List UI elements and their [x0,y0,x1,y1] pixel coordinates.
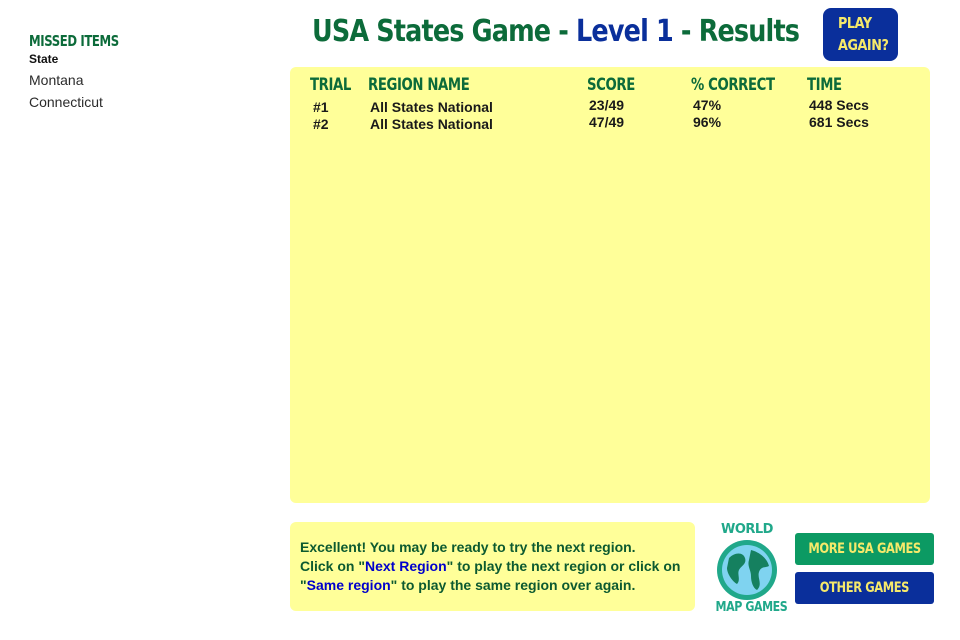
missed-items-column-header: State [29,52,59,66]
play-again-label-line2: Again? [838,36,889,54]
play-again-label-line1: Play [838,14,872,32]
row1-percent: 47% [693,97,722,113]
more-usa-games-label: More USA Games [808,541,921,557]
missed-items-panel: Missed Items State Montana Connecticut [29,32,269,110]
row2-score: 47/49 [589,114,625,130]
row1-region: All States National [370,99,493,115]
results-page: Missed Items State Montana Connecticut U… [0,0,960,640]
col-header-region: Region Name [368,75,470,95]
title-game-name: USA States Game - [312,14,577,49]
title-results: - Results [672,14,800,49]
logo-text-top: World [721,522,773,537]
row1-score: 23/49 [589,97,625,113]
col-header-percent: % Correct [691,75,775,95]
row2-time: 681 Secs [809,114,869,130]
message-post: " to play the same region over again. [390,577,636,593]
col-header-time: Time [807,75,842,95]
results-table: Trial Region Name Score % Correct Time #… [290,67,930,503]
more-usa-games-button[interactable]: More USA Games [795,533,934,565]
col-header-trial: Trial [310,75,351,95]
same-region-link[interactable]: Same region [307,577,391,593]
logo-text-bottom: Map Games [715,600,788,615]
world-map-games-logo[interactable]: World Map Games [710,522,788,618]
other-games-label: Other Games [819,580,910,596]
globe-icon [717,540,777,600]
other-games-button[interactable]: Other Games [795,572,934,604]
row2-region: All States National [370,116,493,132]
message-pre-next: Click on " [300,558,365,574]
missed-item: Montana [29,72,84,88]
col-header-score: Score [587,75,635,95]
row1-time: 448 Secs [809,97,869,113]
page-title: USA States Game - Level 1 - Results [312,14,800,49]
missed-item: Connecticut [29,94,103,110]
row2-percent: 96% [693,114,722,130]
play-again-button[interactable]: Play Again? [823,8,898,61]
title-level: Level 1 [576,14,674,49]
row1-trial: #1 [313,99,329,115]
missed-items-title: Missed Items [29,32,119,50]
row2-trial: #2 [313,116,329,132]
next-region-link[interactable]: Next Region [365,558,447,574]
message-line1: Excellent! You may be ready to try the n… [300,539,636,555]
result-message: Excellent! You may be ready to try the n… [290,522,695,611]
